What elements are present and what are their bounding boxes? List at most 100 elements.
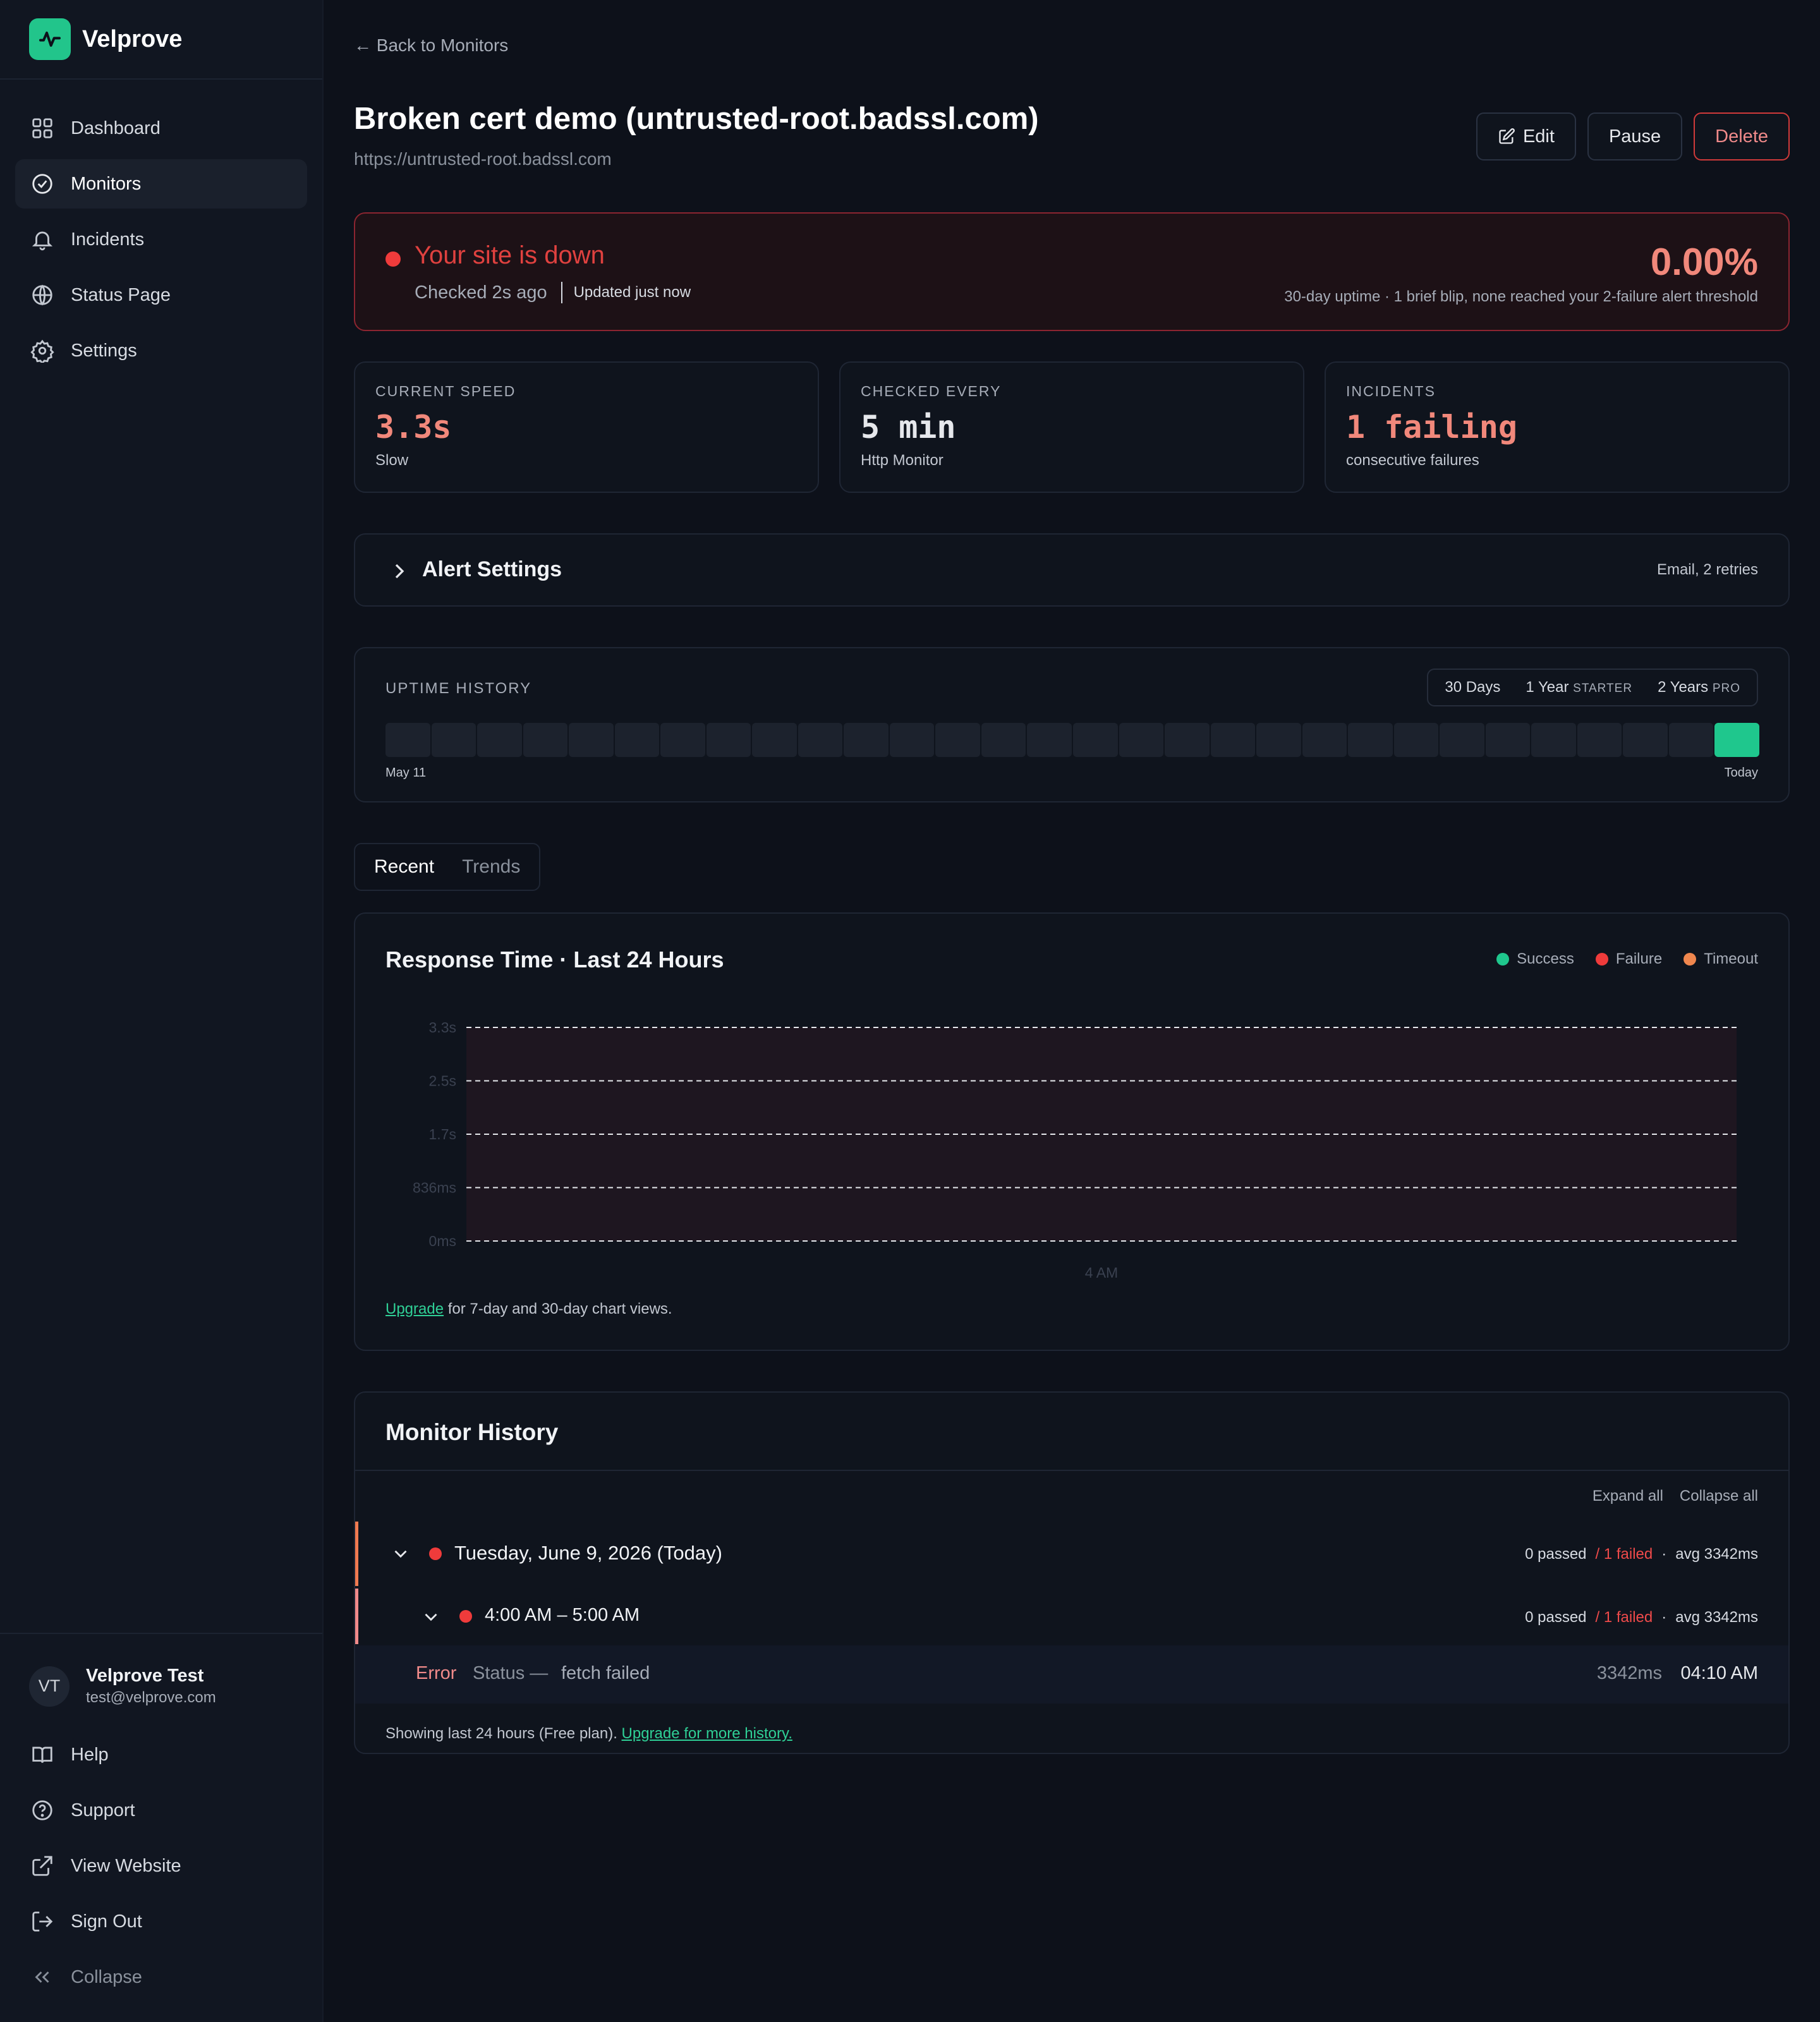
uptime-percentage: 0.00% [1650,241,1758,283]
check-status: Status — [473,1663,549,1683]
range-selector: 30 Days 1 Year STARTER 2 Years PRO [1427,669,1758,706]
tab-recent[interactable]: Recent [360,856,448,878]
sidebar-nav: Dashboard Monitors Incidents Status Page… [0,80,322,375]
monitor-history-title: Monitor History [385,1419,559,1445]
x-tick-label: 4 AM [1085,1264,1118,1281]
help-label: Help [71,1744,109,1765]
uptime-day-bar[interactable] [477,723,522,757]
uptime-day-bar[interactable] [981,723,1026,757]
page-title: Broken cert demo (untrusted-root.badssl.… [354,102,1039,136]
uptime-day-bar[interactable] [1302,723,1347,757]
view-website-link[interactable]: View Website [15,1838,307,1894]
check-circle-icon [32,174,52,194]
user-profile[interactable]: VT Velprove Test test@velprove.com [15,1634,307,1727]
history-day-row[interactable]: Tuesday, June 9, 2026 (Today) 0 passed / … [355,1522,1788,1586]
sign-out-icon [32,1911,53,1932]
stat-sub: Http Monitor [861,452,943,469]
uptime-day-bar[interactable] [1348,723,1393,757]
uptime-day-bar[interactable] [706,723,751,757]
check-message: fetch failed [561,1663,650,1683]
status-subline: Checked 2s ago Updated just now [415,282,691,303]
uptime-day-bar[interactable] [1623,723,1668,757]
y-tick-label: 1.7s [429,1126,456,1142]
status-banner: Your site is down Checked 2s ago Updated… [354,212,1790,331]
uptime-day-bar[interactable] [844,723,889,757]
chevron-down-icon [394,1550,407,1558]
uptime-day-bar[interactable] [1668,723,1714,757]
expand-all-button[interactable]: Expand all [1592,1487,1663,1505]
chart-upgrade-note: Upgrade for 7-day and 30-day chart views… [385,1300,672,1318]
pause-button[interactable]: Pause [1587,112,1683,160]
status-title: Your site is down [415,241,605,269]
sign-out-link[interactable]: Sign Out [15,1894,307,1949]
book-icon [32,1747,52,1763]
collapse-button[interactable]: Collapse [15,1949,307,2005]
back-to-monitors-link[interactable]: ← Back to Monitors [354,35,508,56]
monitor-url: https://untrusted-root.badssl.com [354,149,612,169]
sign-out-label: Sign Out [71,1911,142,1932]
uptime-day-bar[interactable] [614,723,660,757]
uptime-day-bar[interactable] [1027,723,1072,757]
status-dot [429,1547,442,1560]
tab-trends[interactable]: Trends [448,856,534,878]
uptime-day-bar[interactable] [1256,723,1301,757]
history-hour-row[interactable]: 4:00 AM – 5:00 AM 0 passed/ 1 failed · avg… [355,1589,1788,1644]
uptime-start-label: May 11 [385,766,427,780]
uptime-day-bar[interactable] [431,723,476,757]
uptime-day-bar[interactable] [1072,723,1118,757]
uptime-day-bar[interactable] [1210,723,1256,757]
uptime-day-bar[interactable] [1165,723,1210,757]
collapse-all-button[interactable]: Collapse all [1680,1487,1758,1505]
range-2-years[interactable]: 2 Years PRO [1645,679,1753,696]
range-30-days[interactable]: 30 Days [1432,679,1513,696]
uptime-day-bar[interactable] [1440,723,1484,757]
edit-button[interactable]: Edit [1476,112,1576,160]
user-name: Velprove Test [86,1666,204,1686]
stat-sub: Slow [375,452,409,469]
sidebar-item-monitors[interactable]: Monitors [15,159,307,209]
range-1-year[interactable]: 1 Year STARTER [1513,679,1645,696]
upgrade-link[interactable]: Upgrade [385,1300,444,1317]
sidebar-item-incidents[interactable]: Incidents [15,215,307,264]
uptime-day-bar[interactable] [1485,723,1531,757]
uptime-day-bar[interactable] [1393,723,1439,757]
sidebar-item-label: Incidents [71,229,145,250]
uptime-day-bar[interactable] [889,723,935,757]
support-link[interactable]: Support [15,1783,307,1838]
stat-label: CURRENT SPEED [375,383,516,399]
help-link[interactable]: Help [15,1727,307,1783]
alert-settings-toggle[interactable]: Alert Settings Email, 2 retries [354,533,1790,607]
brand[interactable]: Velprove [0,0,322,80]
uptime-day-bar[interactable] [569,723,614,757]
starter-badge: STARTER [1573,682,1633,695]
sidebar-item-settings[interactable]: Settings [15,326,307,375]
uptime-day-bar[interactable] [935,723,980,757]
sidebar-item-status-page[interactable]: Status Page [15,270,307,320]
app-name: Velprove [82,25,183,52]
stat-value: 1 failing [1346,409,1517,445]
expand-controls: Expand all Collapse all [1592,1487,1758,1505]
status-dot [459,1610,472,1623]
upgrade-history-link[interactable]: Upgrade for more history. [622,1725,792,1742]
avatar: VT [29,1666,70,1707]
uptime-day-bar[interactable] [1577,723,1622,757]
check-duration: 3342ms [1596,1663,1662,1683]
uptime-day-bar[interactable] [798,723,843,757]
gear-icon [30,339,54,363]
uptime-bars [385,723,1759,757]
sidebar-item-dashboard[interactable]: Dashboard [15,104,307,153]
uptime-day-bar[interactable] [523,723,568,757]
uptime-day-bar[interactable] [1714,723,1759,757]
updated-label: Updated just now [573,284,691,301]
check-result-row[interactable]: Error Status — fetch failed 3342ms 04:10… [355,1645,1788,1704]
uptime-day-bar[interactable] [660,723,705,757]
delete-button[interactable]: Delete [1694,112,1790,160]
uptime-day-bar[interactable] [1531,723,1576,757]
chevron-right-icon [395,564,404,579]
uptime-day-bar[interactable] [385,723,430,757]
uptime-history-card: UPTIME HISTORY 30 Days 1 Year STARTER 2 … [354,647,1790,802]
divider [355,1470,1788,1471]
chevron-down-icon [425,1613,437,1621]
uptime-day-bar[interactable] [752,723,797,757]
uptime-day-bar[interactable] [1119,723,1164,757]
